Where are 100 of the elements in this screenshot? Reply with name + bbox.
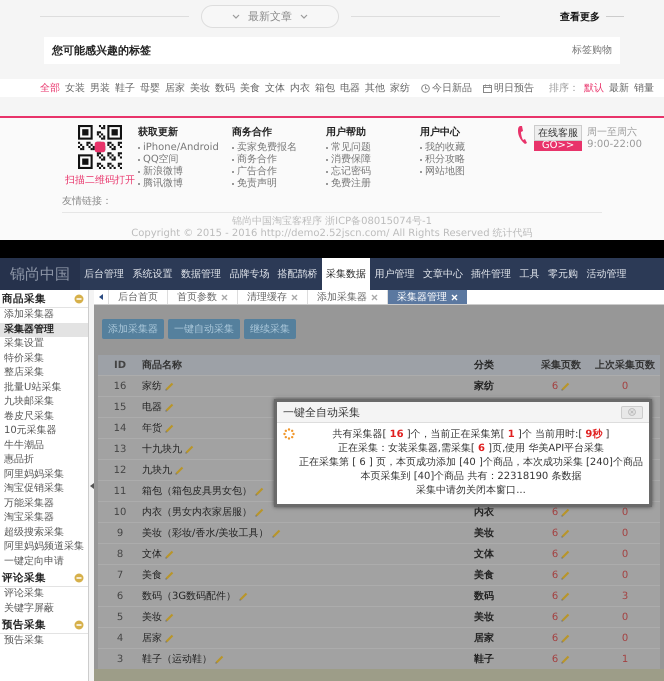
footer-link[interactable]: 消费保障 (326, 154, 420, 166)
sidebar-item[interactable]: 阿里妈妈采集 (0, 468, 88, 482)
minus-circle-icon[interactable] (74, 294, 84, 304)
sidebar-item[interactable]: 淘宝采集器 (0, 511, 88, 526)
sidebar-item[interactable]: 万能采集器 (0, 496, 88, 511)
category-link[interactable]: 数码 (215, 81, 235, 96)
footer-link[interactable]: 免责声明 (232, 178, 326, 190)
sidebar-item[interactable]: 采集器管理 (0, 322, 88, 337)
minus-circle-icon[interactable] (74, 572, 84, 582)
tab[interactable]: 清理缓存 (237, 290, 307, 304)
footer-link[interactable]: 积分攻略 (420, 154, 514, 166)
category-link[interactable]: 文体 (265, 81, 285, 96)
category-link[interactable]: 美妆 (190, 81, 210, 96)
category-link[interactable]: 鞋子 (115, 81, 135, 96)
footer-link[interactable]: iPhone/Android (138, 142, 232, 154)
view-more-link[interactable]: 查看更多 (560, 10, 600, 24)
sidebar-item[interactable]: 牛牛潮品 (0, 438, 88, 453)
nav-item[interactable]: 活动管理 (582, 258, 630, 290)
sidebar-item[interactable]: 惠品折 (0, 453, 88, 468)
pencil-icon[interactable] (239, 592, 248, 600)
close-icon[interactable] (291, 294, 298, 300)
minus-circle-icon[interactable] (74, 620, 84, 630)
tab[interactable]: 后台首页 (108, 290, 167, 304)
pencil-icon[interactable] (255, 508, 264, 516)
nav-item[interactable]: 工具 (515, 258, 544, 290)
dialog-close-button[interactable] (621, 406, 643, 418)
category-link[interactable]: 箱包 (315, 81, 335, 96)
nav-item[interactable]: 后台管理 (80, 258, 128, 290)
sidebar-item[interactable]: 批量U站采集 (0, 380, 88, 395)
category-link[interactable]: 男装 (90, 81, 110, 96)
collapse-arrow-icon[interactable] (90, 482, 94, 488)
pencil-icon[interactable] (561, 612, 570, 622)
sidebar-item[interactable]: 超级搜索采集 (0, 526, 88, 540)
pencil-icon[interactable] (175, 466, 184, 474)
sidebar-item[interactable]: 10元采集器 (0, 424, 88, 438)
pencil-icon[interactable] (185, 444, 194, 454)
tab[interactable]: 采集器管理 (387, 290, 467, 304)
sort-option[interactable]: 销量 (634, 81, 654, 96)
footer-link[interactable]: 网站地图 (420, 166, 514, 178)
nav-item[interactable]: 插件管理 (467, 258, 516, 290)
go-button[interactable]: GO>> (534, 140, 582, 151)
sort-option[interactable]: 默认 (584, 81, 604, 96)
sidebar-item[interactable]: 采集设置 (0, 337, 88, 352)
footer-link[interactable]: 广告合作 (232, 166, 326, 178)
pencil-icon[interactable] (561, 528, 570, 538)
sidebar-group-header[interactable]: 商品采集 (0, 290, 88, 308)
category-link[interactable]: 母婴 (140, 81, 160, 96)
footer-link[interactable]: 商务合作 (232, 154, 326, 166)
footer-link[interactable]: 免费注册 (326, 178, 420, 190)
sidebar-item[interactable]: 阿里妈妈频道采集 (0, 540, 88, 554)
pencil-icon[interactable] (561, 570, 570, 580)
sort-option[interactable]: 最新 (609, 81, 629, 96)
sidebar-item[interactable]: 特价采集 (0, 352, 88, 366)
category-link[interactable]: 内衣 (290, 81, 310, 96)
pencil-icon[interactable] (561, 592, 570, 600)
sidebar-item[interactable]: 评论采集 (0, 587, 88, 602)
pencil-icon[interactable] (165, 402, 174, 412)
nav-item[interactable]: 搭配鹊桥 (274, 258, 322, 290)
sidebar-item[interactable]: 关键字屏蔽 (0, 602, 88, 616)
sidebar-item[interactable]: 预告采集 (0, 634, 88, 648)
category-link[interactable]: 家纺 (390, 81, 410, 96)
nav-item[interactable]: 数据管理 (176, 258, 226, 290)
footer-link[interactable]: 忘记密码 (326, 166, 420, 178)
sidebar-group-header[interactable]: 预告采集 (0, 616, 88, 634)
tag-shopping-link[interactable]: 标签购物 (572, 43, 612, 58)
footer-link[interactable]: 常见问题 (326, 142, 420, 154)
footer-link[interactable]: 卖家免费报名 (232, 142, 326, 154)
category-link[interactable]: 其他 (365, 81, 385, 96)
sidebar-item[interactable]: 整店采集 (0, 366, 88, 380)
close-icon[interactable] (371, 294, 378, 300)
scroll-left-icon[interactable] (99, 294, 103, 300)
pencil-icon[interactable] (561, 634, 570, 642)
category-link[interactable]: 居家 (165, 81, 185, 96)
sidebar-item[interactable]: 一键定向申请 (0, 554, 88, 569)
special-link[interactable]: 明日预告 (483, 81, 534, 96)
pencil-icon[interactable] (165, 424, 174, 432)
pencil-icon[interactable] (165, 612, 174, 622)
pencil-icon[interactable] (272, 528, 281, 538)
sidebar-item[interactable]: 添加采集器 (0, 308, 88, 322)
close-icon[interactable] (221, 294, 228, 300)
category-link[interactable]: 电器 (340, 81, 360, 96)
category-link[interactable]: 女装 (65, 81, 85, 96)
category-link[interactable]: 美食 (240, 81, 260, 96)
pencil-icon[interactable] (561, 654, 570, 664)
sidebar-item[interactable]: 九块邮采集 (0, 395, 88, 410)
tab[interactable]: 首页参数 (167, 290, 237, 304)
pencil-icon[interactable] (255, 486, 264, 496)
footer-link[interactable]: QQ空间 (138, 154, 232, 166)
pencil-icon[interactable] (215, 654, 224, 664)
nav-item[interactable]: 零元购 (544, 258, 582, 290)
nav-item[interactable]: 采集数据 (322, 258, 370, 290)
pencil-icon[interactable] (561, 382, 570, 390)
pencil-icon[interactable] (165, 550, 174, 558)
pencil-icon[interactable] (165, 634, 174, 642)
pencil-icon[interactable] (165, 570, 174, 580)
footer-link[interactable]: 我的收藏 (420, 142, 514, 154)
footer-link[interactable]: 新浪微博 (138, 166, 232, 178)
nav-item[interactable]: 品牌专场 (225, 258, 274, 290)
nav-item[interactable]: 用户管理 (370, 258, 419, 290)
category-link[interactable]: 全部 (40, 81, 60, 96)
